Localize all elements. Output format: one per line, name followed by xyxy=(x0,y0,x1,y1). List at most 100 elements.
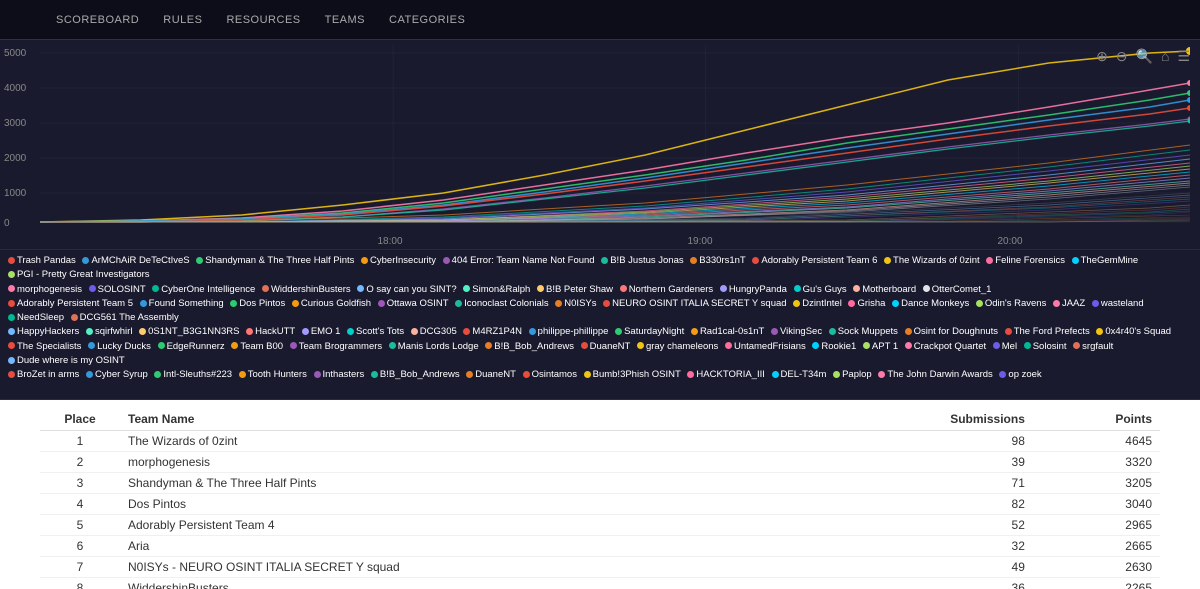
team-tag: Dos Pintos xyxy=(230,297,285,311)
col-submissions: Submissions xyxy=(814,408,1033,431)
team-tag: DEL-T34m xyxy=(772,368,827,382)
team-tag: Curious Goldfish xyxy=(292,297,371,311)
team-tag: B!B Justus Jonas xyxy=(601,254,683,268)
nav-scoreboard[interactable]: SCOREBOARD xyxy=(56,14,139,26)
table-body: 1 The Wizards of 0zint 98 4645 2 morphog… xyxy=(40,431,1160,589)
team-tag: Trash Pandas xyxy=(8,254,76,268)
scoreboard-table: Place Team Name Submissions Points 1 The… xyxy=(0,400,1200,589)
cell-submissions: 39 xyxy=(814,452,1033,473)
cell-place: 3 xyxy=(40,473,120,494)
cell-points: 2665 xyxy=(1033,536,1160,557)
search-chart-icon[interactable]: 🔍 xyxy=(1136,48,1153,65)
team-tag: Adorably Persistent Team 6 xyxy=(752,254,877,268)
team-tag: B!B_Bob_Andrews xyxy=(485,340,574,354)
team-tag: TheGemMine xyxy=(1072,254,1139,268)
team-tag: Northern Gardeners xyxy=(620,283,713,297)
team-tag: DzintIntel xyxy=(793,297,842,311)
zoom-in-icon[interactable]: ⊕ xyxy=(1096,48,1108,65)
team-tag: M4RZ1P4N xyxy=(463,325,522,339)
time-label-18: 18:00 xyxy=(377,236,402,247)
team-tag: WiddershinBusters xyxy=(262,283,351,297)
chart-controls: ⊕ ⊖ 🔍 ⌂ ☰ xyxy=(1096,48,1190,65)
team-tag: Osintamos xyxy=(523,368,577,382)
results-table: Place Team Name Submissions Points 1 The… xyxy=(40,408,1160,589)
table-row: 3 Shandyman & The Three Half Pints 71 32… xyxy=(40,473,1160,494)
col-points: Points xyxy=(1033,408,1160,431)
team-tag: Inthasters xyxy=(314,368,365,382)
team-tag: Scott's Tots xyxy=(347,325,404,339)
y-label-2000: 2000 xyxy=(4,153,26,164)
team-tag: UntamedFrisians xyxy=(725,340,806,354)
cell-team: Shandyman & The Three Half Pints xyxy=(120,473,814,494)
team-tag: Odin's Ravens xyxy=(976,297,1046,311)
table-header-row: Place Team Name Submissions Points xyxy=(40,408,1160,431)
team-tag: ArMChAiR DeTeCtIveS xyxy=(82,254,189,268)
team-tag: DCG305 xyxy=(411,325,457,339)
team-tag: The John Darwin Awards xyxy=(878,368,992,382)
team-tag: philippe-phillippe xyxy=(529,325,609,339)
team-tag: Motherboard xyxy=(853,283,916,297)
cell-points: 2965 xyxy=(1033,515,1160,536)
team-tag: The Wizards of 0zint xyxy=(884,254,980,268)
team-tag: Rad1cal-0s1nT xyxy=(691,325,764,339)
team-tag: srgfault xyxy=(1073,340,1113,354)
team-tag: DCG561 The Assembly xyxy=(71,311,179,325)
col-team-name: Team Name xyxy=(120,408,814,431)
team-tag: NeedSleep xyxy=(8,311,64,325)
cell-place: 8 xyxy=(40,578,120,589)
team-tag: HACKTORIA_III xyxy=(687,368,764,382)
team-tag: DuaneNT xyxy=(466,368,516,382)
cell-place: 4 xyxy=(40,494,120,515)
cell-place: 2 xyxy=(40,452,120,473)
cell-points: 3320 xyxy=(1033,452,1160,473)
table-row: 1 The Wizards of 0zint 98 4645 xyxy=(40,431,1160,452)
team-tag: VikingSec xyxy=(771,325,822,339)
y-label-1000: 1000 xyxy=(4,188,26,199)
team-tag: Lucky Ducks xyxy=(88,340,151,354)
menu-chart-icon[interactable]: ☰ xyxy=(1177,48,1190,65)
y-label-3000: 3000 xyxy=(4,118,26,129)
cell-points: 2265 xyxy=(1033,578,1160,589)
nav-categories[interactable]: CATEGORIES xyxy=(389,14,465,26)
nav-resources[interactable]: RESOURCES xyxy=(226,14,300,26)
team-tag: SOLOSINT xyxy=(89,283,146,297)
chart-area: 5000 4000 3000 2000 1000 0 18:00 19:00 2… xyxy=(0,40,1200,250)
table-row: 5 Adorably Persistent Team 4 52 2965 xyxy=(40,515,1160,536)
cell-points: 3040 xyxy=(1033,494,1160,515)
zoom-out-icon[interactable]: ⊖ xyxy=(1116,48,1128,65)
teams-legend-area: Trash Pandas ArMChAiR DeTeCtIveS Shandym… xyxy=(0,250,1200,400)
cell-team: N0ISYs - NEURO OSINT ITALIA SECRET Y squ… xyxy=(120,557,814,578)
team-tag: N0ISYs xyxy=(555,297,596,311)
teams-row-2: morphogenesis SOLOSINT CyberOne Intellig… xyxy=(8,283,1192,297)
cell-points: 3205 xyxy=(1033,473,1160,494)
cell-team: morphogenesis xyxy=(120,452,814,473)
team-tag: Shandyman & The Three Half Pints xyxy=(196,254,354,268)
team-tag: 0x4r40's Squad xyxy=(1096,325,1171,339)
y-label-0: 0 xyxy=(4,218,10,229)
cell-submissions: 82 xyxy=(814,494,1033,515)
cell-place: 5 xyxy=(40,515,120,536)
table-row: 4 Dos Pintos 82 3040 xyxy=(40,494,1160,515)
team-tag: Iconoclast Colonials xyxy=(455,297,549,311)
team-tag: The Ford Prefects xyxy=(1005,325,1090,339)
team-tag: NEURO OSINT ITALIA SECRET Y squad xyxy=(603,297,786,311)
teams-row-3: Adorably Persistent Team 5 Found Somethi… xyxy=(8,297,1192,326)
team-tag: OtterComet_1 xyxy=(923,283,992,297)
y-label-4000: 4000 xyxy=(4,83,26,94)
home-chart-icon[interactable]: ⌂ xyxy=(1161,48,1169,65)
team-tag: Rookie1 xyxy=(812,340,856,354)
team-tag: B!B_Bob_Andrews xyxy=(371,368,460,382)
team-tag: EMO 1 xyxy=(302,325,341,339)
cell-submissions: 36 xyxy=(814,578,1033,589)
team-tag: B!B Peter Shaw xyxy=(537,283,613,297)
team-tag: Paplop xyxy=(833,368,872,382)
nav-teams[interactable]: TEAMS xyxy=(325,14,365,26)
team-tag: Gu's Guys xyxy=(794,283,847,297)
cell-team: Dos Pintos xyxy=(120,494,814,515)
nav-rules[interactable]: RULES xyxy=(163,14,202,26)
table-row: 2 morphogenesis 39 3320 xyxy=(40,452,1160,473)
team-tag: Manis Lords Lodge xyxy=(389,340,479,354)
teams-row-6: BroZet in arms Cyber Syrup Intl-Sleuths#… xyxy=(8,368,1192,382)
team-tag: Feline Forensics xyxy=(986,254,1065,268)
cell-team: WiddershinBusters xyxy=(120,578,814,589)
